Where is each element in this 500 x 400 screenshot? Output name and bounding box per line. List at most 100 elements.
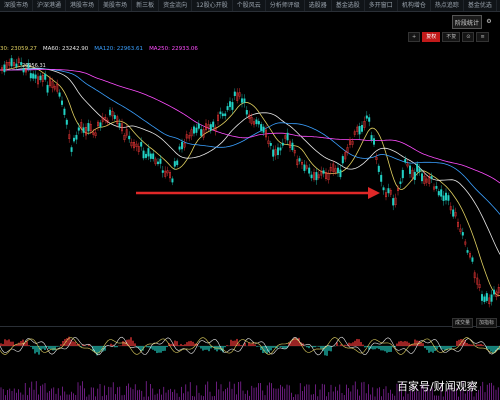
candlestick	[245, 110, 248, 115]
candlestick	[445, 192, 448, 201]
candlestick	[490, 294, 493, 302]
candlestick	[437, 191, 440, 196]
market-tab[interactable]: 资金流向	[159, 0, 193, 11]
ma-legend-item: 30: 23059.27	[0, 46, 37, 52]
candlestick	[298, 158, 301, 162]
candlestick	[291, 142, 294, 151]
candlestick	[493, 289, 496, 295]
candlestick	[219, 111, 222, 115]
candlestick	[286, 132, 289, 141]
candlestick	[22, 68, 25, 73]
chart-control-button[interactable]: 复权	[422, 32, 441, 42]
candlestick	[99, 122, 102, 128]
candlestick	[262, 126, 265, 133]
market-tab[interactable]: 热点追踪	[431, 0, 464, 11]
candlestick	[63, 108, 66, 115]
market-tab[interactable]: 多开窗口	[365, 0, 398, 11]
market-tab[interactable]: 沪深港通	[33, 0, 67, 11]
candlestick	[440, 189, 443, 197]
candlestick	[413, 171, 416, 181]
chart-control-button[interactable]: ≡	[476, 32, 489, 42]
ma-legend-item: MA120: 22963.61	[94, 46, 144, 52]
candlestick	[322, 170, 325, 174]
candlestick	[361, 125, 364, 132]
panel-divider	[0, 326, 500, 327]
candlestick	[310, 174, 313, 179]
market-tab[interactable]: 机构增仓	[398, 0, 431, 11]
indicator-tab[interactable]: 成交量	[452, 318, 474, 328]
candlestick	[34, 74, 37, 79]
market-tab[interactable]: 基金选股	[332, 0, 365, 11]
candlestick	[370, 135, 373, 141]
chart-toolbar: 阶段统计 ⚙	[0, 11, 500, 33]
candlestick	[281, 142, 284, 146]
watermark-text: 百家号/财闻观察	[397, 380, 478, 393]
ma-line	[0, 67, 500, 255]
candlestick	[377, 165, 380, 172]
candlestick	[380, 174, 383, 182]
candlestick	[447, 195, 450, 201]
moving-average-legend: 30: 23059.27 MA60: 23242.90 MA120: 22963.6…	[0, 45, 198, 54]
candlestick	[118, 122, 121, 127]
market-tab[interactable]: 选股器	[305, 0, 332, 11]
candlestick	[39, 75, 42, 81]
candlestick	[337, 167, 340, 173]
candlestick	[180, 141, 183, 150]
indicator-tabs: 成交量 加指标	[452, 318, 498, 328]
market-tab[interactable]: 12股心开股	[192, 0, 233, 11]
candlestick	[75, 134, 78, 140]
chart-control-button[interactable]: +	[408, 32, 421, 42]
candlestick	[3, 64, 6, 73]
price-candlestick-chart[interactable]: 26956.31	[0, 55, 500, 315]
market-tab[interactable]: 美股市场	[99, 0, 133, 11]
candlestick	[409, 165, 412, 174]
candlestick	[368, 117, 371, 122]
candlestick	[176, 160, 179, 166]
candlestick	[173, 161, 176, 167]
candlestick	[365, 115, 368, 119]
market-tab[interactable]: 深股市场	[0, 0, 34, 11]
candlestick	[46, 84, 49, 93]
candlestick	[382, 187, 385, 191]
candlestick	[72, 137, 75, 142]
market-tab[interactable]: 基金优选	[464, 0, 497, 11]
chart-control-button[interactable]: 不复	[442, 32, 461, 42]
candlestick	[279, 147, 282, 151]
stage-stats-button[interactable]: 阶段统计	[452, 15, 482, 29]
market-tab[interactable]: 个股风云	[233, 0, 266, 11]
ma-legend-item: MA60: 23242.90	[42, 46, 89, 52]
annotation-arrowhead	[368, 187, 380, 199]
candlestick	[221, 113, 224, 117]
candlestick	[341, 156, 344, 164]
candlestick	[200, 129, 203, 136]
candlestick	[10, 58, 13, 67]
settings-icon[interactable]: ⚙	[484, 15, 494, 27]
market-tab[interactable]: 新三板	[132, 0, 160, 11]
candlestick	[58, 92, 61, 97]
market-tab[interactable]: 港股市场	[66, 0, 100, 11]
candlestick	[156, 161, 159, 165]
chart-control-button[interactable]: ⊙	[462, 32, 475, 42]
candlestick	[171, 178, 174, 183]
candlestick	[144, 153, 147, 158]
candlestick	[128, 135, 131, 140]
candlestick	[209, 124, 212, 131]
candlestick	[308, 167, 311, 174]
candlestick	[418, 168, 421, 172]
candlestick	[257, 120, 260, 125]
macd-indicator-chart[interactable]	[0, 329, 500, 377]
candlestick	[483, 296, 486, 302]
candlestick	[243, 98, 246, 103]
candlestick	[65, 119, 68, 125]
candlestick	[452, 209, 455, 217]
candlestick	[471, 257, 474, 262]
ma-legend-item: MA250: 22933.06	[149, 46, 198, 52]
candlestick	[142, 150, 145, 159]
candlestick	[442, 195, 445, 201]
market-tab[interactable]: 分析师评级	[266, 0, 305, 11]
candlestick	[233, 91, 236, 97]
candlestick	[29, 73, 32, 79]
indicator-tab[interactable]: 加指标	[476, 318, 498, 328]
candlestick	[224, 113, 227, 117]
candlestick	[226, 106, 229, 111]
